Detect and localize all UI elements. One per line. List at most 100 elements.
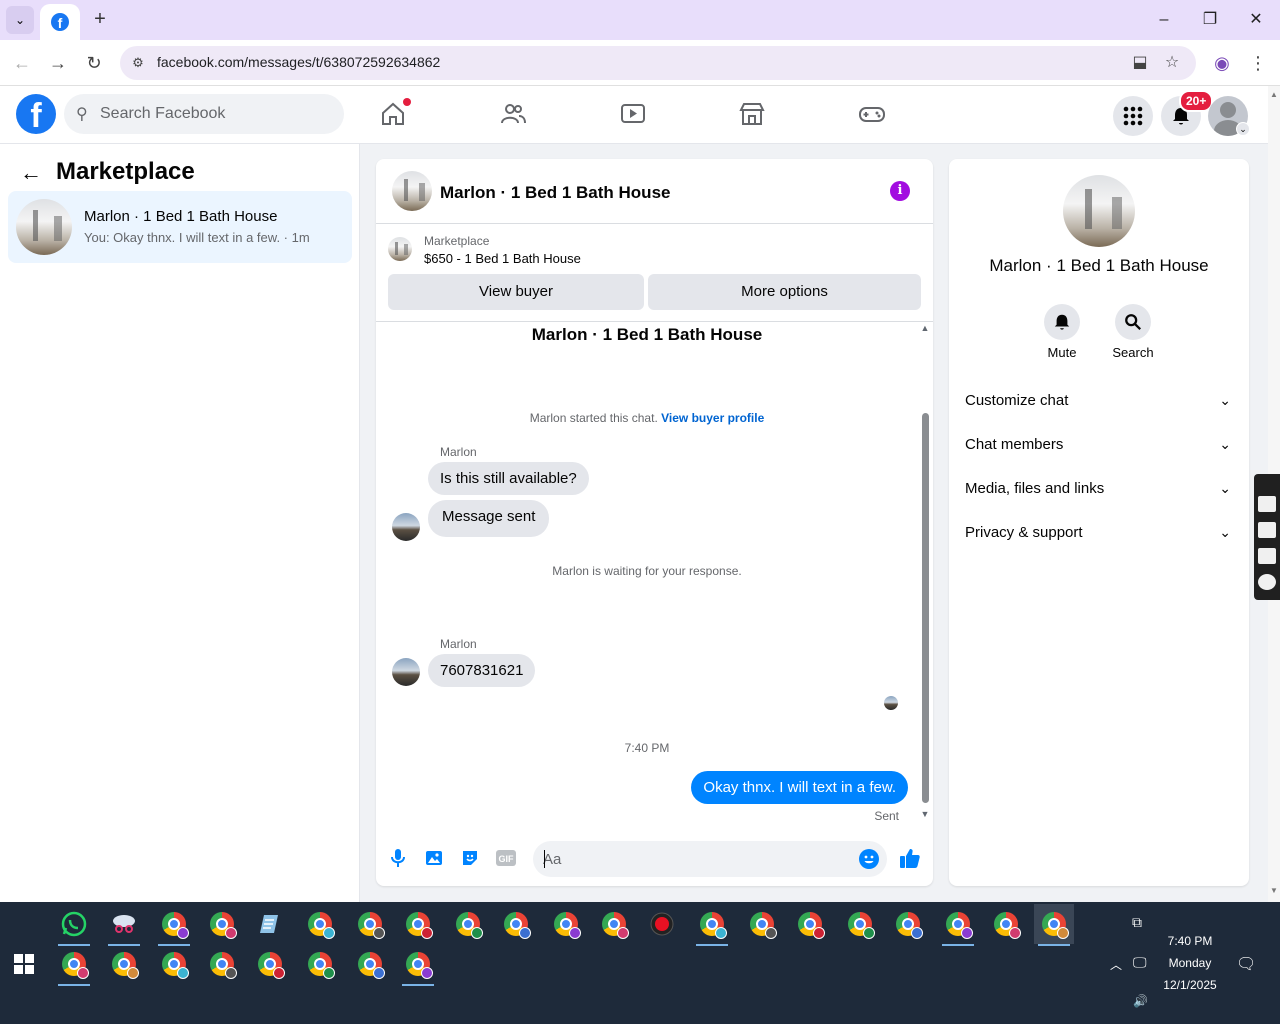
account-caret-icon[interactable]: ⌄ (1236, 122, 1250, 136)
info-icon[interactable]: i (890, 181, 910, 201)
friends-nav-icon[interactable] (499, 100, 527, 128)
site-info-icon[interactable]: ⚙ (128, 53, 148, 73)
show-hidden-icons-chevron-icon[interactable]: ︿ (1110, 956, 1122, 973)
chrome-taskbar-icon[interactable] (398, 904, 438, 944)
chrome-taskbar-icon[interactable] (840, 904, 880, 944)
search-in-chat-button[interactable] (1115, 304, 1151, 340)
chat-members-section[interactable]: Chat members ⌄ (965, 436, 1233, 460)
new-tab-button[interactable]: + (88, 8, 112, 32)
gif-icon[interactable]: GIF (494, 846, 518, 870)
video-record-icon[interactable] (1258, 522, 1276, 538)
mute-button[interactable] (1044, 304, 1080, 340)
gaming-nav-icon[interactable] (858, 100, 886, 128)
notepad-taskbar-icon[interactable] (250, 904, 290, 944)
sender-avatar[interactable] (392, 658, 420, 686)
profile-icon[interactable]: ◉ (1210, 51, 1234, 75)
install-app-icon[interactable]: ⬓ (1128, 51, 1152, 75)
home-nav-icon[interactable] (379, 98, 411, 128)
chrome-taskbar-icon[interactable] (154, 904, 194, 946)
chrome-taskbar-icon[interactable] (350, 904, 390, 944)
chrome-taskbar-icon[interactable] (986, 904, 1026, 944)
marketplace-nav-icon[interactable] (738, 100, 766, 128)
chrome-taskbar-icon[interactable] (104, 944, 144, 984)
meet-now-icon[interactable]: ⧉ (1132, 914, 1142, 931)
chrome-taskbar-icon[interactable] (202, 944, 242, 984)
clock-day[interactable]: Monday (1158, 956, 1222, 970)
notifications-bell-icon[interactable]: 20+ (1161, 90, 1214, 136)
listing-thumbnail[interactable] (388, 237, 412, 261)
chrome-taskbar-icon[interactable] (398, 944, 438, 986)
settings-gear-icon[interactable] (1258, 574, 1276, 590)
chrome-taskbar-icon[interactable] (594, 904, 634, 944)
notification-center-icon[interactable]: 🗨 (1236, 954, 1256, 974)
chrome-taskbar-icon[interactable] (1034, 904, 1074, 946)
omnibox[interactable]: ⚙ facebook.com/messages/t/63807259263486… (120, 46, 1196, 80)
message-bubble[interactable]: 7607831621 (428, 654, 536, 687)
forward-icon[interactable]: → (46, 51, 70, 75)
chat-header-avatar[interactable] (392, 171, 432, 211)
chrome-taskbar-icon[interactable] (546, 904, 586, 944)
chrome-taskbar-icon[interactable] (448, 904, 488, 944)
whatsapp-taskbar-icon[interactable] (54, 904, 94, 946)
emoji-icon[interactable] (859, 849, 879, 869)
chat-scrollbar[interactable]: ▲ ▼ (918, 319, 932, 829)
back-icon[interactable]: ← (10, 51, 34, 75)
more-options-button[interactable]: More options (648, 274, 921, 310)
scroll-up-icon[interactable]: ▲ (920, 323, 930, 333)
chrome-taskbar-icon[interactable] (250, 944, 290, 984)
privacy-support-section[interactable]: Privacy & support ⌄ (965, 524, 1233, 548)
bookmark-star-icon[interactable]: ☆ (1160, 51, 1184, 75)
tab-facebook[interactable]: f (40, 4, 80, 40)
chat-header-title[interactable]: Marlon · 1 Bed 1 Bath House (440, 183, 670, 203)
my-message-bubble[interactable]: Okay thnx. I will text in a few. (691, 771, 908, 804)
chrome-taskbar-icon[interactable] (496, 904, 536, 944)
windows-start-icon[interactable] (14, 954, 34, 974)
reload-icon[interactable]: ↻ (82, 51, 106, 75)
media-files-links-section[interactable]: Media, files and links ⌄ (965, 480, 1233, 504)
scroll-down-icon[interactable]: ▼ (920, 809, 930, 819)
restore-button[interactable]: ❐ (1198, 8, 1222, 32)
snipping-tool-taskbar-icon[interactable] (104, 904, 144, 946)
volume-icon[interactable]: 🔊 (1133, 994, 1148, 1008)
sender-avatar[interactable] (392, 513, 420, 541)
screen-recorder-taskbar-icon[interactable] (642, 904, 682, 944)
minimize-button[interactable]: – (1152, 8, 1176, 32)
video-nav-icon[interactable] (619, 100, 647, 128)
view-buyer-profile-link[interactable]: View buyer profile (661, 411, 764, 425)
back-arrow-icon[interactable]: ← (20, 160, 42, 186)
menu-grid-icon[interactable] (1113, 96, 1153, 136)
camera-icon[interactable] (1258, 496, 1276, 512)
url-text[interactable]: facebook.com/messages/t/638072592634862 (157, 54, 440, 70)
microphone-icon[interactable] (386, 846, 410, 870)
window-capture-icon[interactable] (1258, 548, 1276, 564)
browser-menu-icon[interactable]: ⋮ (1246, 51, 1270, 75)
like-thumbs-up-icon[interactable] (898, 846, 922, 870)
search-facebook-input[interactable]: ⚲ Search Facebook (64, 94, 344, 134)
photo-icon[interactable] (422, 846, 446, 870)
chrome-taskbar-icon[interactable] (202, 904, 242, 944)
chrome-taskbar-icon[interactable] (938, 904, 978, 946)
scroll-thumb[interactable] (922, 413, 929, 803)
close-window-button[interactable]: ✕ (1244, 8, 1268, 32)
listing-title[interactable]: $650 - 1 Bed 1 Bath House (424, 251, 581, 266)
message-input[interactable]: Aa (533, 841, 887, 877)
network-icon[interactable]: 🖵 (1133, 954, 1147, 971)
clock-date[interactable]: 12/1/2025 (1158, 978, 1222, 992)
facebook-logo[interactable]: f (16, 94, 56, 134)
chrome-taskbar-icon[interactable] (742, 904, 782, 944)
chrome-taskbar-icon[interactable] (692, 904, 732, 946)
sticker-icon[interactable] (458, 846, 482, 870)
chrome-taskbar-icon[interactable] (54, 944, 94, 986)
tab-search-dropdown-icon[interactable]: ⌄ (6, 6, 34, 34)
clock-time[interactable]: 7:40 PM (1158, 934, 1222, 948)
chrome-taskbar-icon[interactable] (888, 904, 928, 944)
customize-chat-section[interactable]: Customize chat ⌄ (965, 392, 1233, 416)
chrome-taskbar-icon[interactable] (154, 944, 194, 984)
conversation-item[interactable]: Marlon · 1 Bed 1 Bath House You: Okay th… (8, 191, 352, 263)
details-avatar[interactable] (1063, 175, 1135, 247)
chrome-taskbar-icon[interactable] (300, 904, 340, 944)
view-buyer-button[interactable]: View buyer (388, 274, 644, 310)
message-bubble[interactable]: Message sent (428, 500, 550, 537)
chrome-taskbar-icon[interactable] (790, 904, 830, 944)
message-bubble[interactable]: Is this still available? (428, 462, 589, 495)
